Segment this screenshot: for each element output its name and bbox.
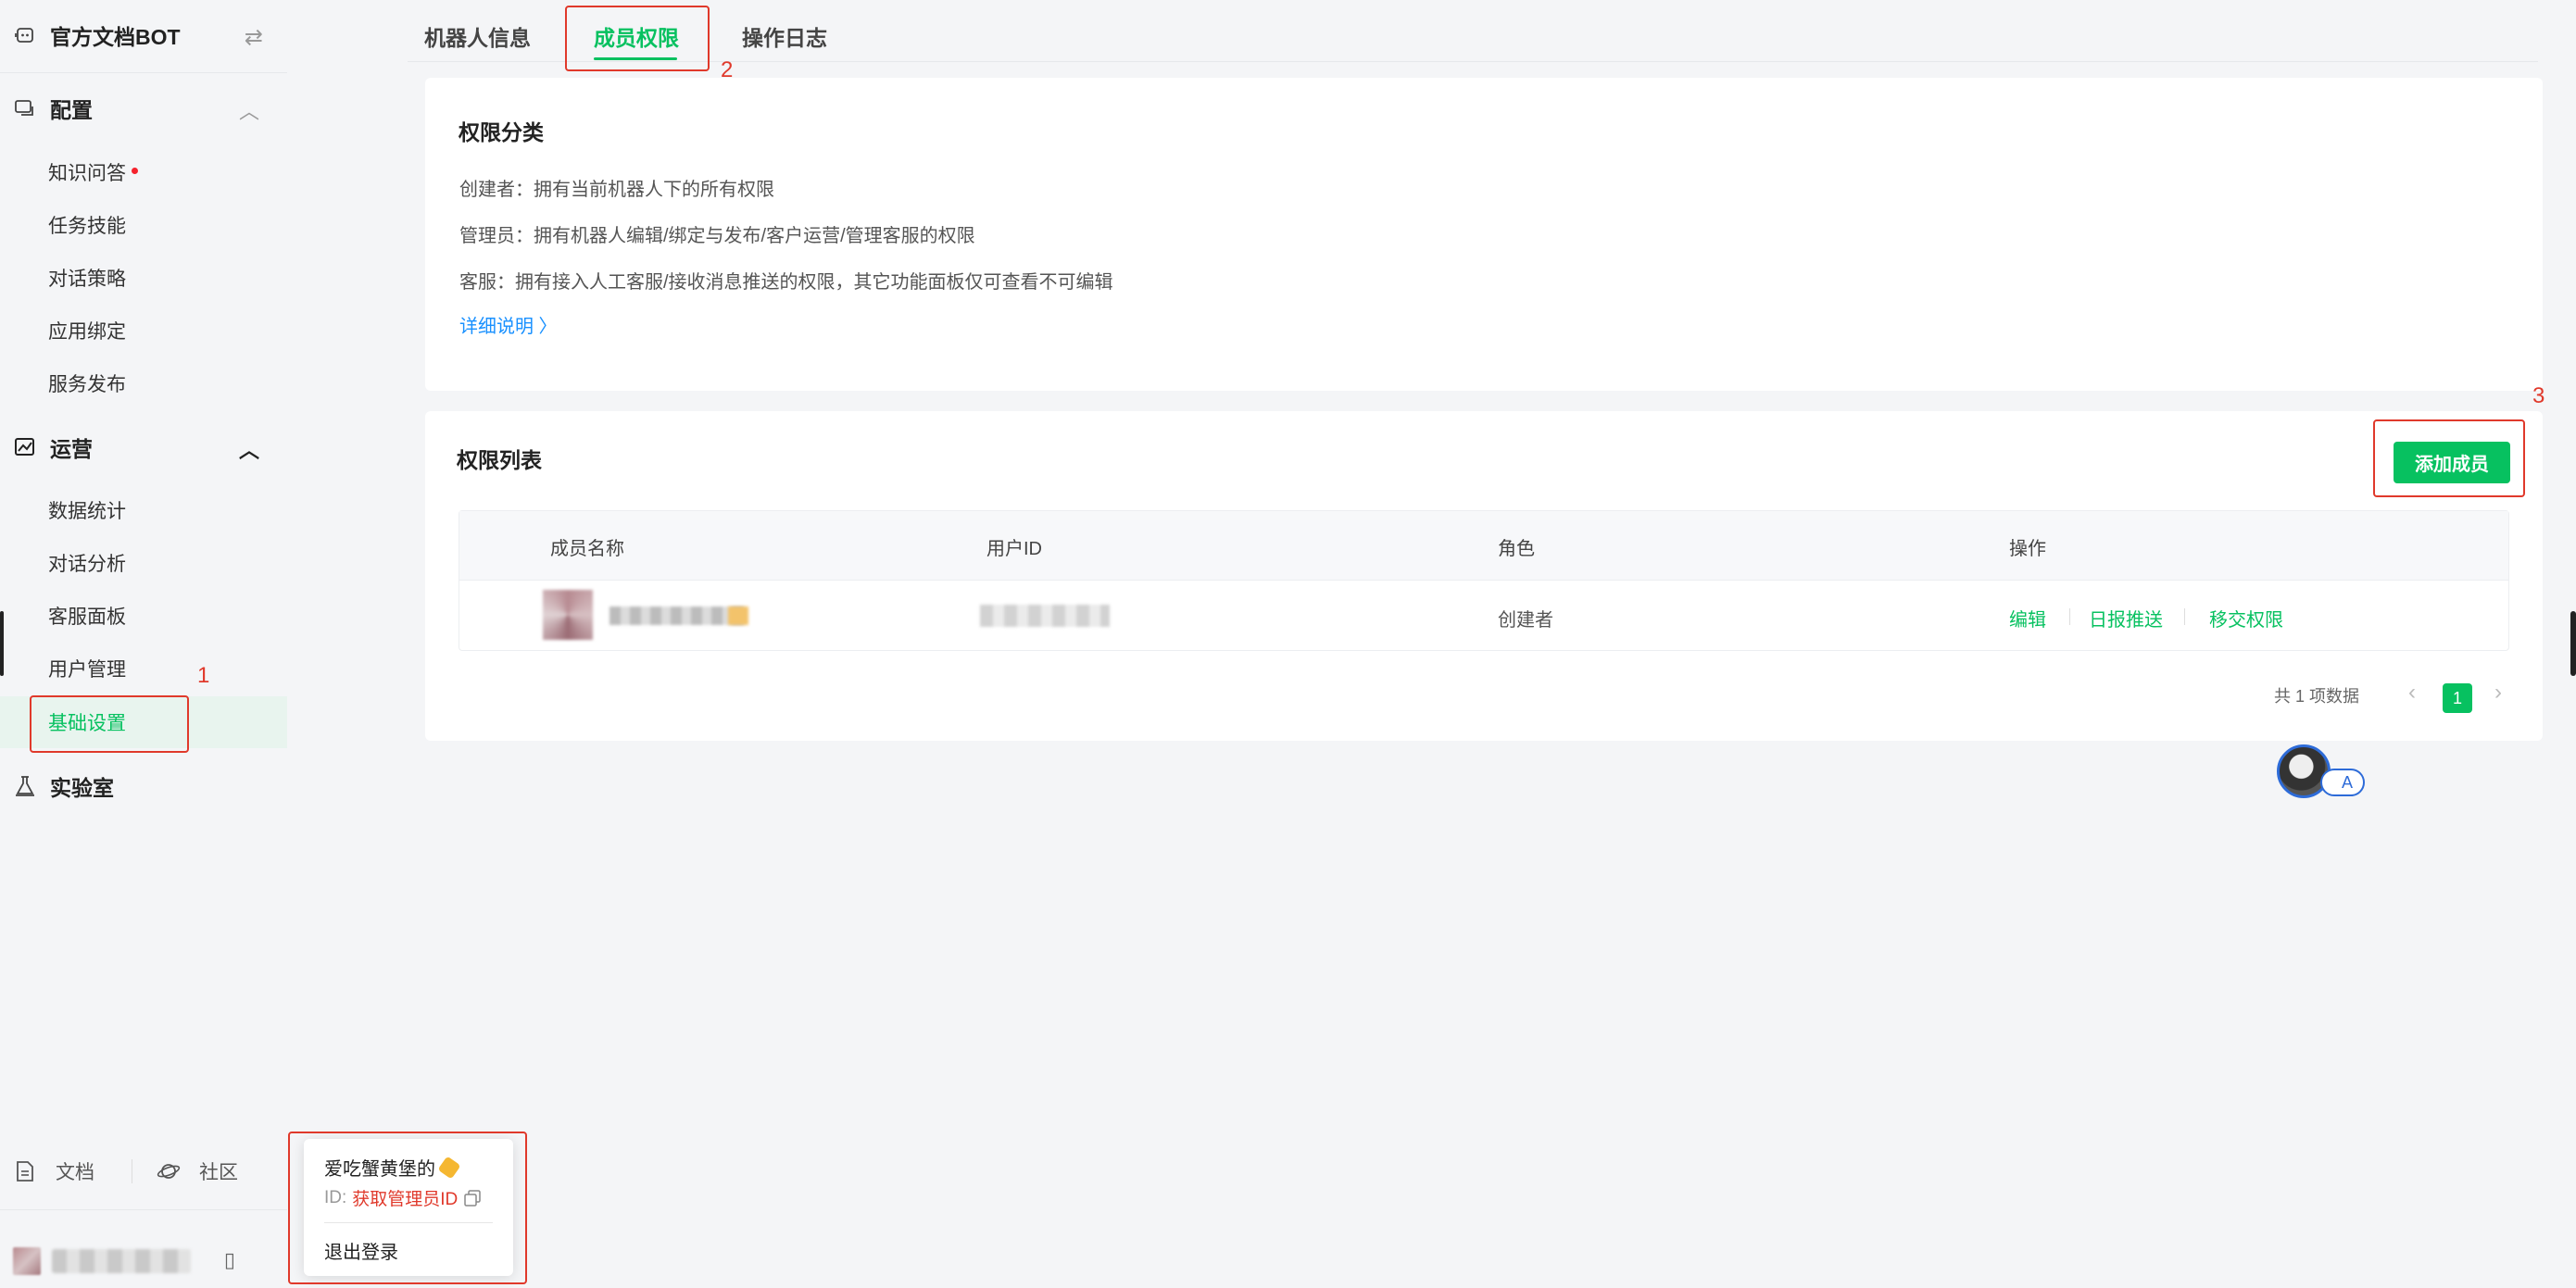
highlight-box-popover xyxy=(288,1132,527,1284)
member-avatar xyxy=(543,590,593,640)
bot-switcher[interactable]: 官方文档BOT ⇄ xyxy=(13,17,263,54)
chevron-up-icon: ︿ xyxy=(238,439,259,462)
tab-operation-log[interactable]: 操作日志 xyxy=(742,20,827,52)
col-user-id: 用户ID xyxy=(986,539,1042,559)
sidebar-item-task-skills[interactable]: 任务技能 xyxy=(0,199,287,251)
sidebar-item-label: 知识问答 xyxy=(48,163,126,184)
sidebar-item-user-management[interactable]: 用户管理 xyxy=(0,643,287,694)
sidebar-item-label: 应用绑定 xyxy=(48,321,126,343)
sidebar-item-label: 任务技能 xyxy=(48,216,126,237)
section-operations-label: 运营 xyxy=(50,437,93,461)
edit-action[interactable]: 编辑 xyxy=(2009,605,2046,631)
bot-icon xyxy=(13,23,37,47)
permission-list-title: 权限列表 xyxy=(457,448,542,472)
annotation-number-1: 1 xyxy=(197,663,210,688)
permission-cs: 客服：拥有接入人工客服/接收消息推送的权限，其它功能面板仅可查看不可编辑 xyxy=(459,272,1113,293)
chevron-left-icon[interactable]: ‹ xyxy=(2408,680,2416,706)
unread-dot xyxy=(132,167,138,174)
sidebar-footer-divider xyxy=(0,1209,287,1210)
current-user[interactable]: ▯ xyxy=(13,1243,263,1280)
section-lab-label: 实验室 xyxy=(50,776,114,800)
document-icon xyxy=(13,1159,37,1183)
member-role: 创建者 xyxy=(1498,610,1553,631)
members-table: 成员名称 用户ID 角色 操作 创建者 编辑 日报推送 移交权限 xyxy=(459,510,2509,651)
sidebar-item-knowledge-qa[interactable]: 知识问答 xyxy=(0,146,287,198)
table-header: 成员名称 用户ID 角色 操作 xyxy=(459,511,2508,580)
sidebar-item-app-binding[interactable]: 应用绑定 xyxy=(0,305,287,356)
sidebar-item-data-stats[interactable]: 数据统计 xyxy=(0,484,287,536)
sidebar-item-label: 数据统计 xyxy=(48,501,126,522)
community-link[interactable]: 社区 xyxy=(157,1157,238,1185)
chevron-up-icon: ︿ xyxy=(238,100,259,123)
edge-handle xyxy=(0,611,4,676)
sidebar-item-cs-panel[interactable]: 客服面板 xyxy=(0,590,287,642)
sidebar-item-label: 服务发布 xyxy=(48,374,126,395)
docs-label: 文档 xyxy=(56,1162,94,1183)
config-icon xyxy=(13,96,37,120)
flask-icon xyxy=(13,774,37,798)
permission-admin: 管理员：拥有机器人编辑/绑定与发布/客户运营/管理客服的权限 xyxy=(459,226,975,246)
sidebar-divider xyxy=(0,72,287,73)
avatar xyxy=(13,1247,41,1275)
chevron-right-icon[interactable]: › xyxy=(2494,680,2502,706)
switch-bot-icon[interactable]: ⇄ xyxy=(245,24,263,51)
sidebar-item-label: 对话策略 xyxy=(48,269,126,290)
sidebar: 官方文档BOT ⇄ 配置 ︿ 知识问答 任务技能 对话策略 应用绑定 服务发布 … xyxy=(0,0,287,1288)
pagination-total: 共 1 项数据 xyxy=(2274,687,2360,706)
permission-creator: 创建者：拥有当前机器人下的所有权限 xyxy=(459,180,774,200)
annotation-number-3: 3 xyxy=(2532,383,2545,408)
redacted-member-name-tail xyxy=(728,606,748,625)
highlight-box-3 xyxy=(2373,419,2525,497)
planet-icon xyxy=(157,1159,181,1183)
section-operations[interactable]: 运营 ︿ xyxy=(13,429,263,466)
redacted-member-name xyxy=(609,606,745,625)
pagination-page[interactable]: 1 xyxy=(2443,683,2472,713)
sidebar-item-label: 用户管理 xyxy=(48,659,126,681)
scroll-handle[interactable] xyxy=(2570,611,2576,676)
transfer-permission-action[interactable]: 移交权限 xyxy=(2209,605,2283,631)
sidebar-footer-links: 文档 社区 xyxy=(13,1151,263,1192)
daily-report-action[interactable]: 日报推送 xyxy=(2089,605,2163,631)
community-label: 社区 xyxy=(199,1162,238,1183)
highlight-box-1 xyxy=(30,695,189,753)
table-row: 创建者 编辑 日报推送 移交权限 xyxy=(459,580,2508,652)
highlight-box-2 xyxy=(565,6,710,71)
section-config[interactable]: 配置 ︿ xyxy=(13,90,263,127)
details-link[interactable]: 详细说明 〉 xyxy=(459,311,558,338)
permission-category-title: 权限分类 xyxy=(459,120,544,144)
tab-bar xyxy=(408,0,2538,63)
sidebar-item-label: 客服面板 xyxy=(48,606,126,628)
operations-icon xyxy=(13,435,37,459)
tab-bot-info[interactable]: 机器人信息 xyxy=(424,20,531,52)
col-actions: 操作 xyxy=(2009,539,2046,559)
sidebar-item-service-publish[interactable]: 服务发布 xyxy=(0,357,287,409)
redacted-username xyxy=(52,1249,191,1273)
floating-assistant-chip[interactable]: A xyxy=(2320,769,2365,796)
section-lab[interactable]: 实验室 xyxy=(13,768,263,805)
redacted-user-id xyxy=(980,605,1110,627)
mobile-icon[interactable]: ▯ xyxy=(224,1248,235,1272)
sidebar-item-dialog-analysis[interactable]: 对话分析 xyxy=(0,537,287,589)
docs-link[interactable]: 文档 xyxy=(13,1157,94,1185)
permission-category-card: 权限分类 创建者：拥有当前机器人下的所有权限 管理员：拥有机器人编辑/绑定与发布… xyxy=(425,78,2543,391)
section-config-label: 配置 xyxy=(50,98,93,122)
col-role: 角色 xyxy=(1498,539,1535,559)
sidebar-item-dialog-strategy[interactable]: 对话策略 xyxy=(0,252,287,304)
col-member-name: 成员名称 xyxy=(550,539,624,559)
sidebar-item-label: 对话分析 xyxy=(48,554,126,575)
action-divider xyxy=(2184,608,2185,625)
bot-name: 官方文档BOT xyxy=(50,25,181,49)
action-divider xyxy=(2069,608,2070,625)
